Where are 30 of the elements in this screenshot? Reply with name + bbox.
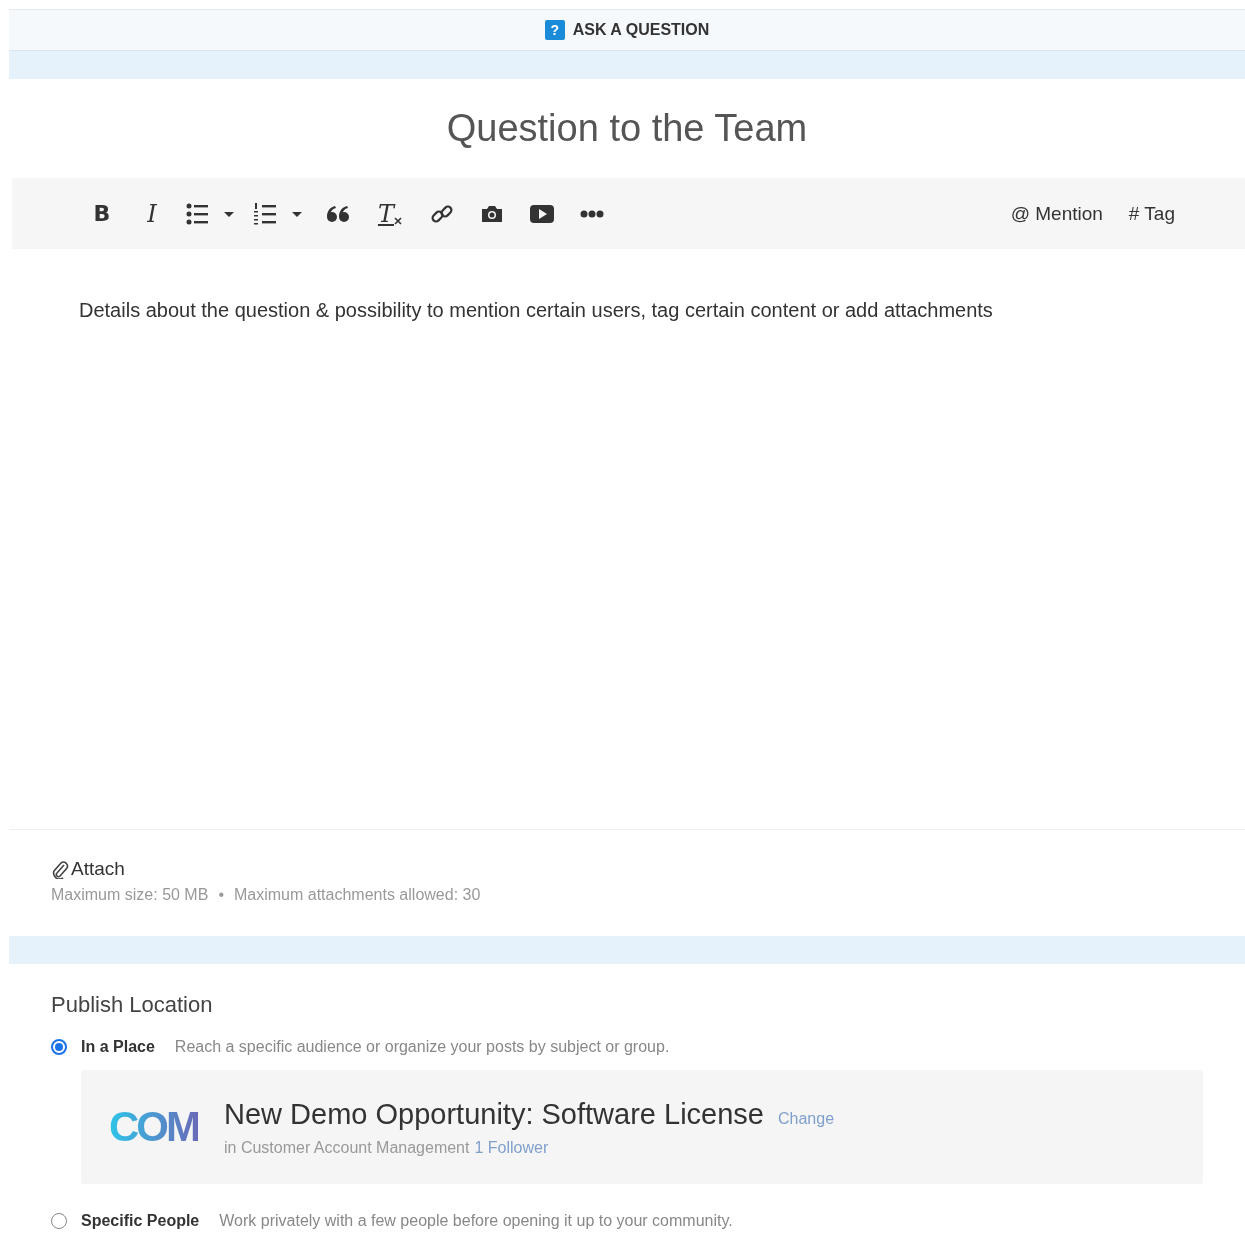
paperclip-icon: [51, 859, 69, 879]
option-description: Reach a specific audience or organize your posts by subject or group.: [174, 1038, 670, 1056]
clear-format-button[interactable]: T: [368, 193, 412, 234]
more-icon: [580, 209, 604, 218]
page-header-title: ASK A QUESTION: [572, 21, 710, 39]
toolbar-link[interactable]: # Tag: [1128, 202, 1175, 225]
question-icon: ?: [544, 20, 565, 40]
separator-dot: •: [218, 886, 224, 904]
radio-button[interactable]: [51, 1213, 67, 1229]
remove-icon: [394, 216, 402, 225]
toolbar-link[interactable]: @ Mention: [1010, 202, 1103, 225]
numbered-list-icon: [254, 201, 304, 226]
section-heading: Publish Location: [51, 992, 214, 1018]
option-label: Specific People: [81, 1212, 200, 1230]
max-size-text: Maximum size: 50 MB: [51, 886, 209, 904]
question-title: Question to the Team: [445, 107, 809, 150]
bold-button[interactable]: B: [82, 193, 122, 234]
option-description: Work privately with a few people before opening it up to your community.: [219, 1212, 733, 1230]
camera-icon: [480, 203, 504, 224]
italic-button[interactable]: I: [132, 193, 172, 234]
radio-button[interactable]: [51, 1039, 67, 1055]
question-details: Details about the question & possibility to mention certain users, tag certain content or add attachments: [79, 299, 993, 321]
option-label: In a Place: [81, 1038, 155, 1056]
quote-icon: [326, 204, 350, 223]
place-name: New Demo Opportunity: Software License: [224, 1097, 764, 1131]
bulleted-list-icon: [186, 201, 236, 226]
max-attachments-text: Maximum attachments allowed: 30: [234, 886, 481, 904]
attach-button[interactable]: Attach: [51, 858, 125, 880]
video-play-icon: [530, 204, 554, 223]
parent-place: in Customer Account Management: [224, 1138, 470, 1157]
